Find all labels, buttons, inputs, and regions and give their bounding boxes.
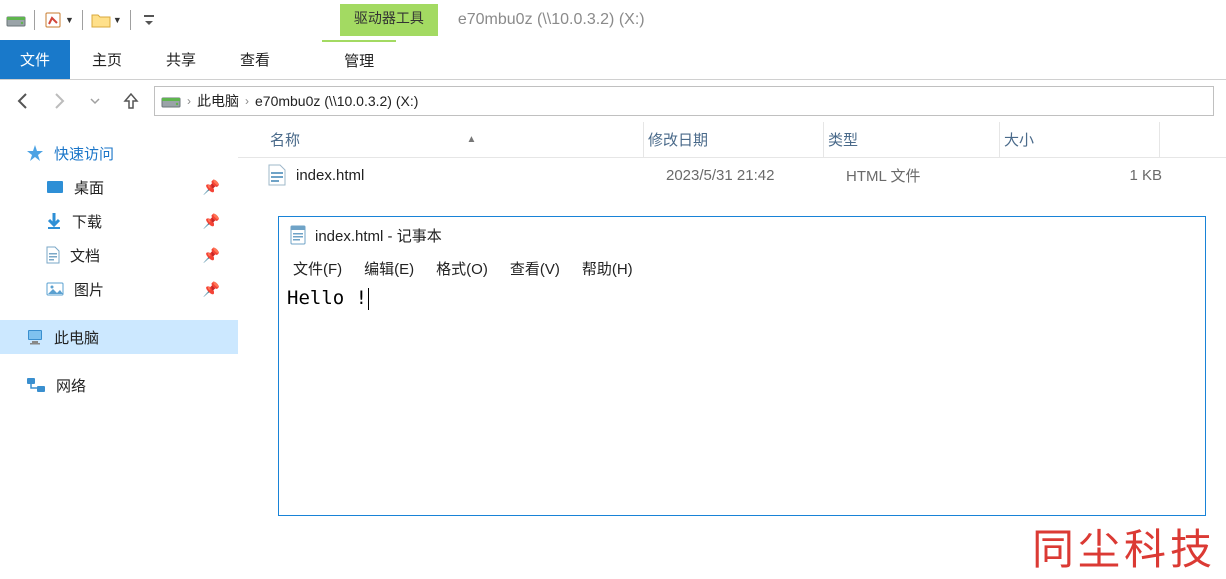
pin-icon: 📌 [203,179,220,196]
file-list-pane: 名称 ▲ 修改日期 类型 大小 index.html 2023/5/31 21:4… [238,122,1226,579]
breadcrumb-box[interactable]: › 此电脑 › e70mbu0z (\\10.0.3.2) (X:) [154,86,1214,116]
breadcrumb-this-pc[interactable]: 此电脑 [197,91,239,111]
notepad-menu-view[interactable]: 查看(V) [510,258,560,279]
customize-qat-icon[interactable] [139,10,159,30]
ribbon-tab-file[interactable]: 文件 [0,40,70,79]
separator [130,10,131,30]
notepad-menu-file[interactable]: 文件(F) [293,258,342,279]
sidebar-documents[interactable]: 文档 📌 [0,238,238,272]
sidebar-downloads[interactable]: 下载 📌 [0,204,238,238]
nav-back-button[interactable] [10,88,36,114]
notepad-menu-format[interactable]: 格式(O) [436,258,488,279]
sidebar-item-label: 文档 [70,245,100,266]
ribbon-tab-manage[interactable]: 管理 [322,40,396,79]
file-size: 1 KB [1022,167,1162,184]
column-label: 名称 [270,129,300,150]
sidebar-network[interactable]: 网络 [0,368,238,402]
file-name: index.html [296,167,666,184]
notepad-title-text: index.html - 记事本 [315,225,442,246]
separator [82,10,83,30]
file-row[interactable]: index.html 2023/5/31 21:42 HTML 文件 1 KB [238,158,1226,192]
folder-icon[interactable] [91,10,111,30]
sidebar-pictures[interactable]: 图片 📌 [0,272,238,306]
notepad-content: Hello ! [287,287,367,309]
title-bar: ▼ ▼ 驱动器工具 e70mbu0z (\\10.0.3.2) (X:) [0,0,1226,40]
sidebar-item-label: 下载 [72,211,102,232]
watermark-text: 同尘科技 [1032,516,1216,577]
column-header-date[interactable]: 修改日期 [644,122,824,157]
sort-asc-icon: ▲ [467,134,477,145]
nav-up-button[interactable] [118,88,144,114]
contextual-tab-drive-tools: 驱动器工具 [340,4,438,36]
drive-icon [161,93,181,109]
sidebar-quick-access[interactable]: 快速访问 [0,136,238,170]
nav-forward-button[interactable] [46,88,72,114]
address-bar: › 此电脑 › e70mbu0z (\\10.0.3.2) (X:) [0,80,1226,122]
column-headers: 名称 ▲ 修改日期 类型 大小 [238,122,1226,158]
chevron-right-icon[interactable]: › [245,94,249,108]
chevron-down-icon[interactable]: ▼ [65,15,74,25]
desktop-icon [46,180,64,194]
download-icon [46,212,62,230]
computer-icon [26,329,44,345]
chevron-down-icon[interactable]: ▼ [113,15,122,25]
chevron-right-icon[interactable]: › [187,94,191,108]
notepad-menu-edit[interactable]: 编辑(E) [364,258,414,279]
html-file-icon [268,164,286,186]
sidebar-item-label: 图片 [74,279,104,300]
notepad-text-area[interactable]: Hello ! [279,283,1205,314]
file-type: HTML 文件 [846,165,1022,186]
pictures-icon [46,282,64,296]
separator [34,10,35,30]
file-date: 2023/5/31 21:42 [666,167,846,184]
text-caret [368,288,369,310]
notepad-menu-help[interactable]: 帮助(H) [582,258,633,279]
sidebar-item-label: 快速访问 [54,143,114,164]
column-header-size[interactable]: 大小 [1000,122,1160,157]
pin-icon: 📌 [203,281,220,298]
navigation-pane: 快速访问 桌面 📌 下载 📌 文档 📌 图片 📌 此电脑 [0,122,238,579]
ribbon-tab-home[interactable]: 主页 [70,40,144,79]
sidebar-item-label: 此电脑 [54,327,99,348]
quick-access-toolbar: ▼ ▼ [0,10,165,30]
ribbon-tabs: 文件 主页 共享 查看 管理 [0,40,1226,80]
notepad-window[interactable]: index.html - 记事本 文件(F) 编辑(E) 格式(O) 查看(V)… [278,216,1206,516]
column-header-type[interactable]: 类型 [824,122,1000,157]
sidebar-this-pc[interactable]: 此电脑 [0,320,238,354]
column-header-name[interactable]: 名称 ▲ [266,122,644,157]
sidebar-item-label: 网络 [56,375,86,396]
document-icon [46,246,60,264]
network-icon [26,377,46,393]
sidebar-item-label: 桌面 [74,177,104,198]
pin-icon: 📌 [203,247,220,264]
ribbon-tab-view[interactable]: 查看 [218,40,292,79]
pin-icon: 📌 [203,213,220,230]
star-icon [26,144,44,162]
nav-history-button[interactable] [82,88,108,114]
ribbon-tab-share[interactable]: 共享 [144,40,218,79]
notepad-icon [289,225,307,245]
notepad-titlebar[interactable]: index.html - 记事本 [279,217,1205,253]
main-area: 快速访问 桌面 📌 下载 📌 文档 📌 图片 📌 此电脑 [0,122,1226,579]
window-title: e70mbu0z (\\10.0.3.2) (X:) [458,11,645,29]
breadcrumb-current[interactable]: e70mbu0z (\\10.0.3.2) (X:) [255,93,418,109]
properties-icon[interactable] [43,10,63,30]
drive-icon [6,10,26,30]
notepad-menubar: 文件(F) 编辑(E) 格式(O) 查看(V) 帮助(H) [279,253,1205,283]
sidebar-desktop[interactable]: 桌面 📌 [0,170,238,204]
